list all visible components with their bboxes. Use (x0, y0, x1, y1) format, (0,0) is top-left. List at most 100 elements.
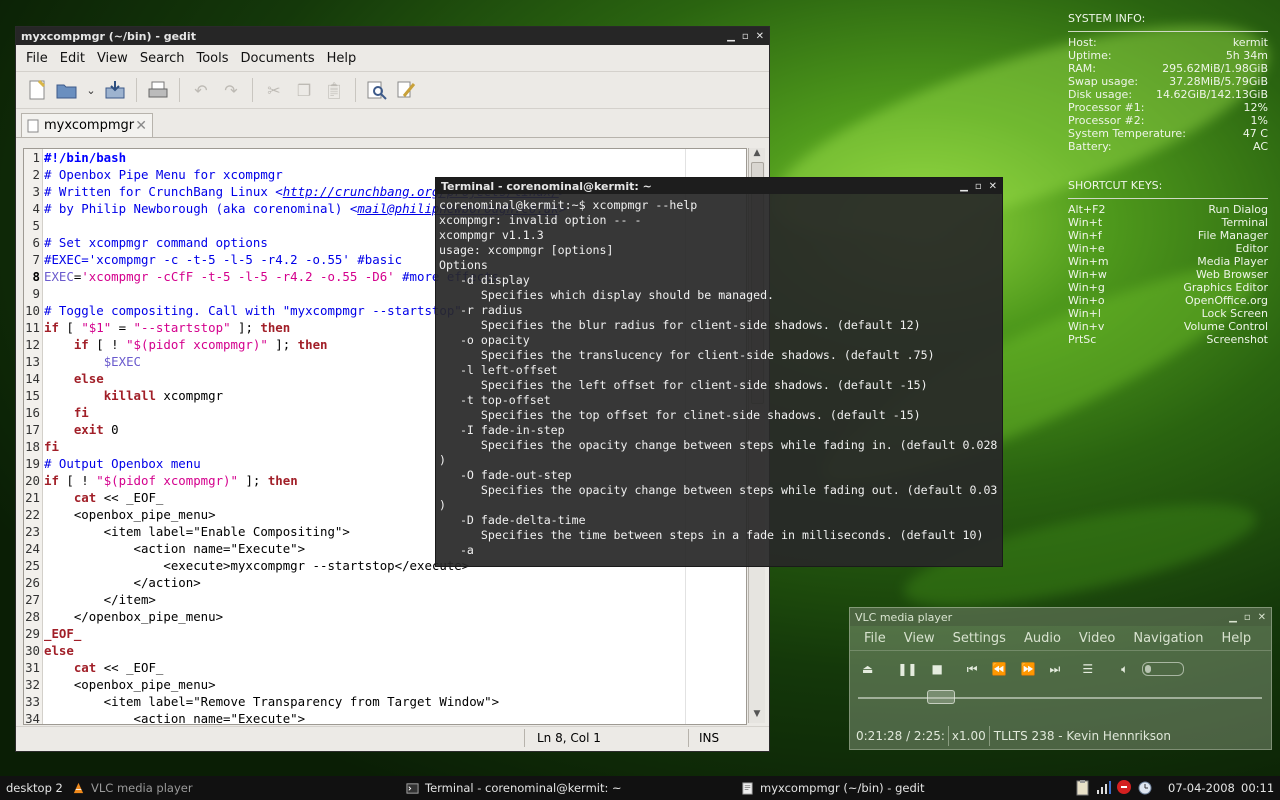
close-tab-icon[interactable]: ✕ (135, 118, 147, 134)
task-terminal[interactable]: Terminal - corenominal@kermit: ~ (406, 776, 622, 800)
scroll-down-icon[interactable]: ▼ (749, 709, 765, 723)
code-line: 1 #!/bin/bash (24, 149, 127, 166)
insert-mode: INS (688, 729, 749, 747)
network-signal-icon[interactable] (1095, 779, 1112, 796)
menu-settings[interactable]: Settings (943, 631, 1014, 646)
menu-file[interactable]: File (854, 631, 894, 646)
task-vlc[interactable]: VLC media player (72, 776, 193, 800)
menu-tools[interactable]: Tools (190, 51, 234, 66)
close-icon[interactable]: ✕ (1258, 612, 1266, 623)
shortcut-key: Win+g (1068, 281, 1105, 294)
line-number: 6 (32, 235, 40, 250)
undo-icon[interactable]: ↶ (186, 76, 216, 104)
new-document-icon[interactable] (22, 76, 52, 104)
playlist-icon[interactable]: ☰ (1082, 662, 1093, 676)
scroll-up-icon[interactable]: ▲ (749, 148, 765, 162)
volume-slider[interactable] (1142, 662, 1185, 676)
clock[interactable]: 00:11 (1241, 776, 1274, 800)
pause-icon[interactable]: ❚❚ (897, 662, 917, 676)
code-token: = (111, 320, 134, 335)
desktop-switcher[interactable]: desktop 2 (6, 776, 63, 800)
shortcut-action: Web Browser (1195, 268, 1268, 281)
line-number: 5 (32, 218, 40, 233)
task-gedit[interactable]: myxcompmgr (~/bin) - gedit (741, 776, 924, 800)
shortcut-action: Volume Control (1183, 320, 1268, 333)
menu-view[interactable]: View (91, 51, 134, 66)
shortcut-action: Media Player (1197, 255, 1268, 268)
eject-icon[interactable]: ⏏ (862, 662, 873, 676)
menu-help[interactable]: Help (1211, 631, 1259, 646)
minimize-icon[interactable]: ▁ (1229, 612, 1237, 623)
minimize-icon[interactable]: ▁ (727, 31, 735, 42)
playback-time: 0:21:28 / 2:25: (853, 726, 949, 746)
maximize-icon[interactable]: ▫ (1244, 612, 1251, 623)
menu-documents[interactable]: Documents (235, 51, 321, 66)
system-tray (1074, 779, 1154, 796)
line-number: 15 (25, 388, 40, 403)
replace-icon[interactable] (392, 76, 422, 104)
find-icon[interactable] (362, 76, 392, 104)
line-number: 8 (32, 269, 40, 284)
vlc-titlebar[interactable]: VLC media player ▁ ▫ ✕ (850, 608, 1271, 626)
code-token: # by Philip Newborough (aka corenominal)… (44, 201, 358, 216)
menu-view[interactable]: View (894, 631, 943, 646)
menu-help[interactable]: Help (321, 51, 363, 66)
line-number: 20 (25, 473, 40, 488)
redo-icon[interactable]: ↷ (216, 76, 246, 104)
paste-icon[interactable]: 📋︎ (319, 76, 349, 104)
previous-icon[interactable]: ⏮ (967, 662, 978, 677)
menu-search[interactable]: Search (134, 51, 191, 66)
maximize-icon[interactable]: ▫ (975, 181, 982, 192)
volume-icon[interactable]: 🔈︎ (1121, 662, 1128, 677)
chevron-down-icon[interactable]: ⌄ (82, 76, 100, 104)
code-token: then (297, 337, 328, 352)
clock-applet-icon[interactable] (1137, 779, 1154, 796)
shortcut-action: Terminal (1221, 216, 1269, 229)
clipboard-icon[interactable] (1074, 779, 1091, 796)
close-icon[interactable]: ✕ (756, 31, 764, 42)
menu-audio[interactable]: Audio (1014, 631, 1069, 646)
print-icon[interactable] (143, 76, 173, 104)
maximize-icon[interactable]: ▫ (742, 31, 749, 42)
shortcut-key: Win+v (1068, 320, 1105, 333)
update-notifier-icon[interactable] (1116, 779, 1133, 796)
sysinfo-label: RAM: (1068, 62, 1096, 75)
close-icon[interactable]: ✕ (989, 181, 997, 192)
shortcut-row: Win+f File Manager (1068, 229, 1268, 242)
open-folder-icon[interactable] (52, 76, 82, 104)
shortcut-key: Win+l (1068, 307, 1101, 320)
save-icon[interactable] (100, 76, 130, 104)
rewind-icon[interactable]: ⏪ (992, 662, 1007, 676)
fast-forward-icon[interactable]: ⏩ (1021, 662, 1036, 676)
code-token: then (267, 473, 298, 488)
next-icon[interactable]: ⏭ (1050, 662, 1061, 677)
seek-handle[interactable] (926, 690, 955, 704)
shortcut-row: PrtSc Screenshot (1068, 333, 1268, 346)
seek-bar[interactable] (850, 687, 1271, 709)
stop-icon[interactable]: ■ (931, 662, 942, 676)
gedit-titlebar[interactable]: myxcompmgr (~/bin) - gedit ▁ ▫ ✕ (16, 27, 769, 45)
menu-navigation[interactable]: Navigation (1123, 631, 1211, 646)
sysinfo-label: Processor #2: (1068, 114, 1145, 127)
sysinfo-value: 37.28MiB/5.79GiB (1169, 75, 1268, 88)
minimize-icon[interactable]: ▁ (960, 181, 968, 192)
line-number: 27 (25, 592, 40, 607)
menu-edit[interactable]: Edit (54, 51, 91, 66)
terminal-output[interactable]: corenominal@kermit:~$ xcompmgr --help xc… (436, 194, 1002, 562)
terminal-titlebar[interactable]: Terminal - corenominal@kermit: ~ ▁ ▫ ✕ (436, 178, 1002, 194)
menu-file[interactable]: File (20, 51, 54, 66)
code-token: else (73, 371, 104, 386)
copy-icon[interactable]: ❐ (289, 76, 319, 104)
menu-video[interactable]: Video (1069, 631, 1123, 646)
cut-icon[interactable]: ✂ (259, 76, 289, 104)
code-token: [ ! (58, 473, 97, 488)
shortcuts-header: SHORTCUT KEYS: (1068, 179, 1163, 192)
tab-myxcompmgr[interactable]: myxcompmgr ✕ (21, 113, 153, 137)
shortcut-action: Run Dialog (1208, 203, 1268, 216)
sysinfo-row: Host: kermit (1068, 36, 1268, 49)
shortcut-action: Editor (1235, 242, 1268, 255)
line-number: 13 (25, 354, 40, 369)
